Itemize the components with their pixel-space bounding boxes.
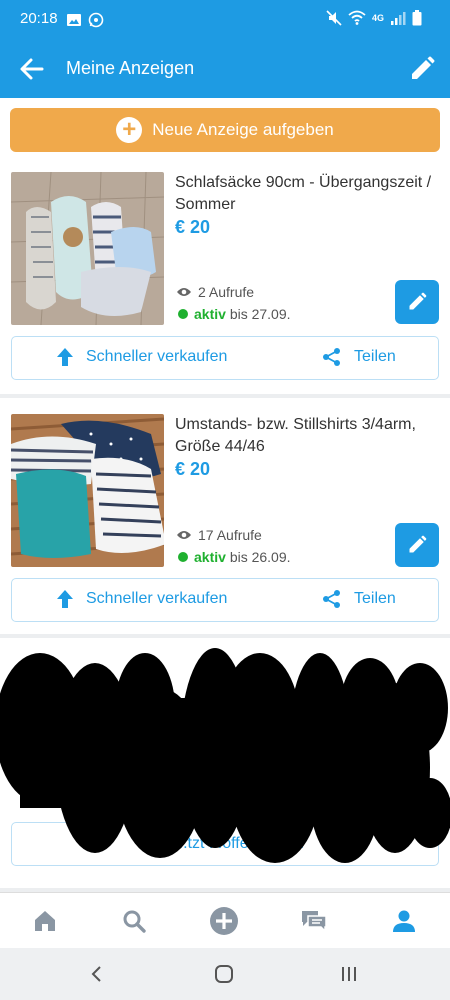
bottom-navigation [0, 892, 450, 949]
home-square-icon [215, 965, 233, 983]
ad-title[interactable]: Umstands- bzw. Stillshirts 3/4arm, Größe… [175, 414, 435, 458]
wifi-icon [348, 10, 366, 25]
ad-status: aktiv bis 27.09. [178, 306, 291, 322]
messages-icon [302, 911, 327, 933]
sleeping-bags-photo [11, 172, 164, 325]
whatsapp-icon [88, 12, 104, 28]
new-ad-button[interactable]: + Neue Anzeige aufgeben [10, 108, 440, 152]
status-bar: 20:18 4G [0, 0, 450, 40]
image-icon [67, 14, 81, 26]
share-label: Teilen [354, 348, 396, 365]
ad-views: 2 Aufrufe [176, 284, 254, 300]
search-icon [123, 910, 146, 933]
system-navigation [0, 948, 450, 1000]
eye-icon [177, 531, 191, 539]
status-time: 20:18 [20, 10, 58, 27]
status-dot-icon [178, 309, 188, 319]
4g-icon: 4G [371, 13, 384, 23]
ad-card[interactable]: Schlafsäcke 90cm - Übergangszeit / Somme… [0, 164, 450, 394]
edit-button[interactable] [406, 53, 438, 85]
plus-icon [210, 907, 238, 935]
pencil-icon [409, 292, 427, 310]
sys-recents-button[interactable] [337, 962, 361, 986]
arrow-up-icon [57, 590, 73, 608]
eye-icon [177, 288, 191, 296]
redaction-scribble [0, 648, 450, 863]
ad-action-row: Schneller verkaufen Teilen [11, 336, 439, 380]
pencil-icon [409, 535, 427, 553]
nav-post-ad[interactable] [208, 905, 240, 937]
ad-price: € 20 [175, 459, 211, 479]
profile-icon [393, 910, 415, 932]
app-bar: Meine Anzeigen [0, 40, 450, 98]
edit-ad-button[interactable] [395, 523, 439, 567]
nav-profile[interactable] [388, 905, 420, 937]
pencil-icon [412, 56, 435, 79]
plus-circle-icon: + [116, 117, 143, 143]
ad-thumbnail[interactable] [11, 172, 164, 325]
status-word: aktiv [194, 549, 226, 565]
sys-home-button[interactable] [212, 962, 236, 986]
ad-views-text: 2 Aufrufe [198, 284, 255, 300]
new-ad-section: + Neue Anzeige aufgeben [0, 98, 450, 164]
ad-card[interactable]: ...tzt ...öffentlichen [0, 638, 450, 888]
sys-back-button[interactable] [85, 962, 109, 986]
back-button[interactable] [16, 53, 48, 85]
sell-faster-button[interactable]: Schneller verkaufen [56, 589, 227, 609]
nav-search[interactable] [118, 905, 150, 937]
mute-icon [326, 10, 342, 26]
ad-status: aktiv bis 26.09. [178, 549, 291, 565]
edit-ad-button[interactable] [395, 280, 439, 324]
ad-views-text: 17 Aufrufe [198, 527, 262, 543]
ad-title[interactable]: Schlafsäcke 90cm - Übergangszeit / Somme… [175, 172, 435, 216]
status-right-icons: 4G [326, 10, 422, 26]
share-label: Teilen [354, 590, 396, 607]
shirts-photo [11, 414, 164, 567]
share-icon [323, 590, 340, 608]
home-icon [35, 911, 55, 931]
sell-faster-label: Schneller verkaufen [86, 590, 228, 607]
new-ad-label: Neue Anzeige aufgeben [152, 120, 334, 139]
ad-action-row: Schneller verkaufen Teilen [11, 578, 439, 622]
nav-home[interactable] [29, 905, 61, 937]
status-dot-icon [178, 552, 188, 562]
nav-messages[interactable] [298, 905, 330, 937]
sell-faster-label: Schneller verkaufen [86, 348, 228, 365]
chevron-left-icon [91, 966, 101, 982]
share-button[interactable]: Teilen [322, 347, 396, 367]
status-until: bis 27.09. [229, 306, 291, 322]
status-left-icons [66, 12, 104, 28]
status-until: bis 26.09. [229, 549, 291, 565]
recents-icon [342, 967, 356, 981]
status-word: aktiv [194, 306, 226, 322]
share-icon [323, 348, 340, 366]
sell-faster-button[interactable]: Schneller verkaufen [56, 347, 227, 367]
share-button[interactable]: Teilen [322, 589, 396, 609]
signal-icon [391, 12, 406, 25]
battery-icon [412, 10, 422, 26]
ad-price: € 20 [175, 217, 211, 237]
ad-card[interactable]: Umstands- bzw. Stillshirts 3/4arm, Größe… [0, 398, 450, 634]
page-title: Meine Anzeigen [66, 58, 195, 78]
arrow-up-icon [57, 348, 73, 366]
arrow-left-icon [20, 58, 44, 80]
ad-thumbnail[interactable] [11, 414, 164, 567]
ad-views: 17 Aufrufe [176, 527, 262, 543]
